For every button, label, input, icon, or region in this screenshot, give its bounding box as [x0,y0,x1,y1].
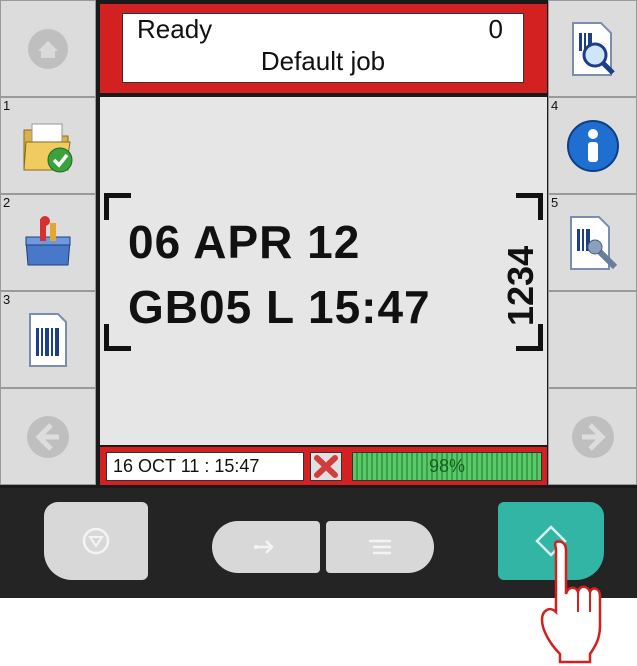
fault-indicator[interactable] [310,452,342,481]
search-document-icon [571,21,615,76]
printer-state: Ready [137,14,213,44]
load-job-button[interactable]: 1 [0,97,96,194]
login-icon [254,540,274,554]
bracket-bottom-right [516,324,543,351]
info-button[interactable]: 4 [548,97,637,194]
job-name: Default job [260,46,386,76]
arrow-right-icon [571,415,614,458]
barcode-button[interactable]: 3 [0,291,96,388]
date-time: 16 OCT 11 : 15:47 [106,452,304,481]
home-button[interactable] [0,0,96,97]
slot-number: 4 [551,98,559,113]
stop-icon [82,527,110,555]
bottom-status-bar: 16 OCT 11 : 15:47 98% [100,447,547,485]
slot-number: 1 [3,98,11,113]
print-count: 0 [488,14,503,44]
printer-touchscreen: 1 2 3 4 5 Ready 0 Default job 06 APR 12 … [0,0,637,488]
tools-button[interactable]: 2 [0,194,96,291]
home-icon [28,28,68,69]
bracket-bottom-left [104,324,131,351]
ink-level-bar: 98% [352,452,542,481]
error-x-icon [314,455,338,478]
previous-button[interactable] [0,388,96,485]
stop-key[interactable] [44,502,148,580]
message-vertical-text: 1234 [500,245,541,326]
status-box: Ready 0 Default job [122,13,524,83]
message-line-2: GB05 L 15:47 [128,281,431,333]
settings-document-icon [569,215,617,270]
login-key[interactable] [212,521,320,573]
next-button[interactable] [548,388,637,485]
message-preview[interactable]: 06 APR 12 GB05 L 15:47 [100,97,547,445]
slot-number: 5 [551,195,559,210]
menu-list-icon [369,539,391,555]
settings-button[interactable]: 5 [548,194,637,291]
info-icon [566,119,619,172]
preview-button[interactable] [548,0,637,97]
toolbox-icon [25,215,71,265]
bracket-top-right [516,193,543,220]
folder-check-icon [23,123,73,172]
bracket-top-left [104,193,131,220]
slot-number: 3 [3,292,11,307]
slot-number: 2 [3,195,11,210]
barcode-document-icon [29,312,67,367]
status-panel: Ready 0 Default job [100,4,547,93]
pointing-hand-icon [540,540,602,664]
empty-slot [548,291,637,388]
arrow-left-icon [27,415,69,458]
message-line-1: 06 APR 12 [128,216,361,268]
menu-key[interactable] [326,521,434,573]
